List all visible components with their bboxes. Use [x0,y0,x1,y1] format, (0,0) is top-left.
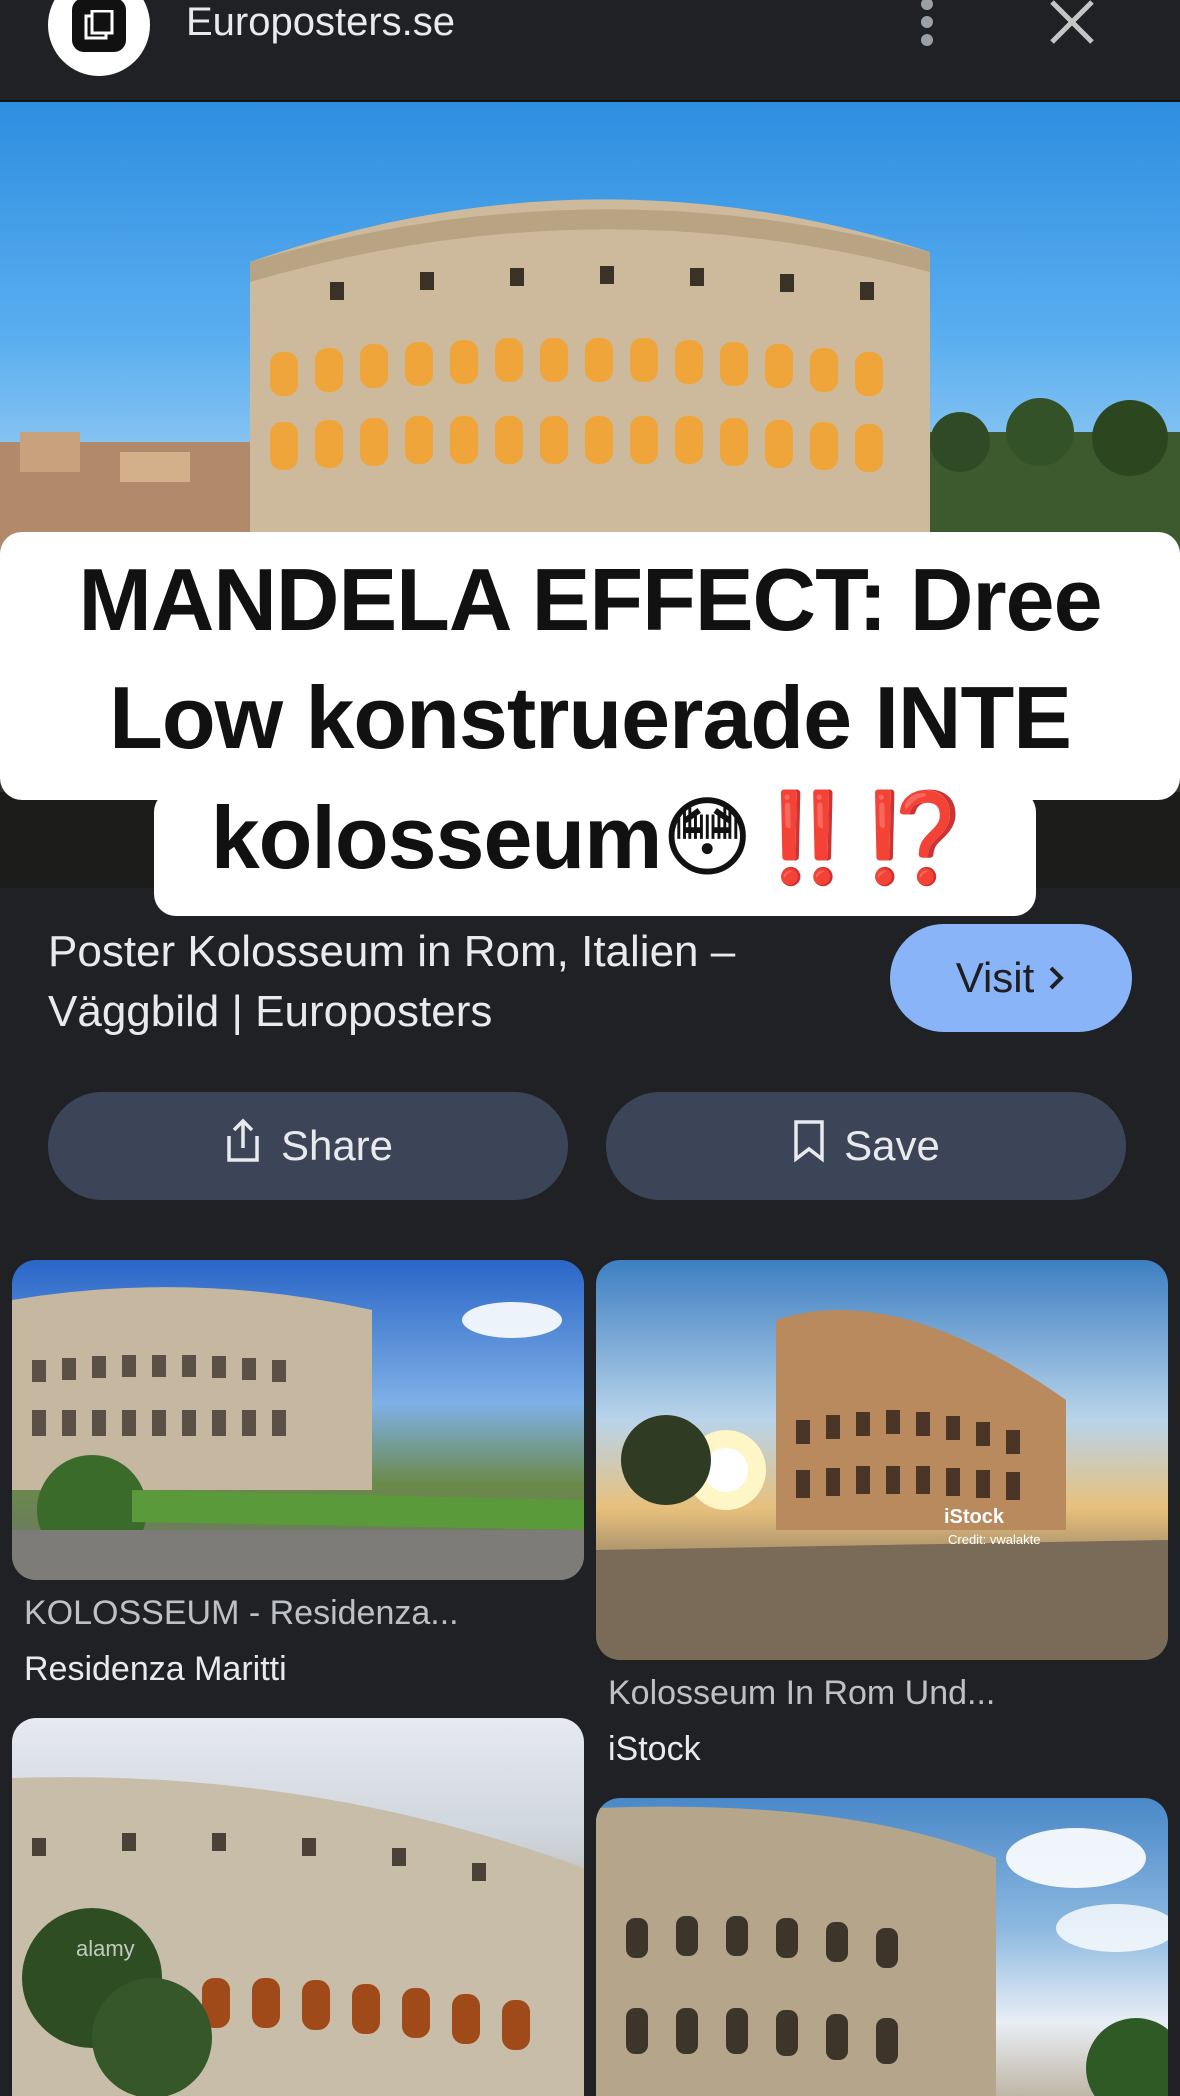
save-label: Save [844,1122,940,1169]
visit-label: Visit [955,954,1035,1001]
result-title[interactable]: Poster Kolosseum in Rom, Italien – Väggb… [48,922,868,1042]
result-title-line2: Väggbild | Europosters [48,987,493,1036]
collections-icon [72,0,126,52]
visit-button[interactable]: Visit [890,924,1132,1032]
related-image-4[interactable] [596,1798,1168,2096]
bookmark-icon [792,1119,826,1173]
related-source-1[interactable]: Residenza Maritti [24,1650,287,1689]
share-icon [223,1118,263,1174]
more-vert-icon[interactable] [912,0,942,50]
caption-line-1: MANDELA EFFECT: Dree [78,550,1102,649]
istock-watermark: iStock [944,1506,1005,1528]
share-button[interactable]: Share [48,1092,568,1200]
caption-line-2: Low konstruerade INTE [109,668,1072,767]
related-image-2[interactable]: iStock Credit: vwalakte [596,1260,1168,1660]
alamy-watermark: alamy [76,1936,135,1961]
related-image-1[interactable] [12,1260,584,1580]
caption-line-3: kolosseum😳‼️⁉️ [210,788,971,887]
chevron-right-icon [1046,954,1066,1002]
save-button[interactable]: Save [606,1092,1126,1200]
related-title-2[interactable]: Kolosseum In Rom Und... [608,1674,995,1713]
related-title-1[interactable]: KOLOSSEUM - Residenza... [24,1594,459,1633]
close-icon[interactable] [1048,0,1096,48]
share-label: Share [280,1122,394,1169]
top-bar: Europosters.se [0,0,1180,102]
istock-credit: Credit: vwalakte [948,1532,1041,1547]
related-source-2[interactable]: iStock [608,1730,701,1769]
result-title-line1: Poster Kolosseum in Rom, Italien – [48,927,736,976]
site-name[interactable]: Europosters.se [186,0,455,44]
related-image-3[interactable]: alamy [12,1718,584,2096]
site-favicon [48,0,150,76]
